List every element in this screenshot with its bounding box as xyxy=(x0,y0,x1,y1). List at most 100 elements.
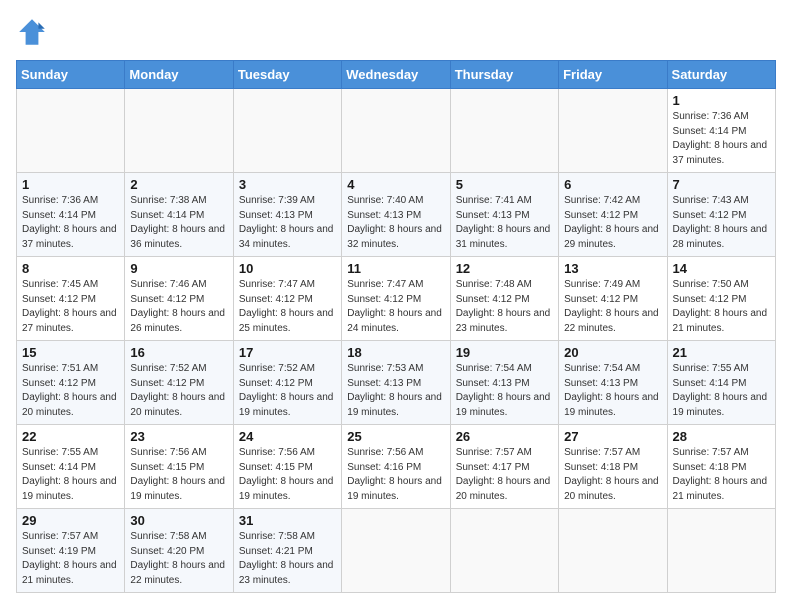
calendar-week-3: 15 Sunrise: 7:51 AMSunset: 4:12 PMDayligh… xyxy=(17,341,776,425)
calendar-cell: 22Sunrise: 7:55 AMSunset: 4:14 PMDayligh… xyxy=(17,425,125,509)
day-info: Sunrise: 7:47 AMSunset: 4:12 PMDaylight:… xyxy=(347,279,442,334)
day-number: 12 xyxy=(456,261,553,276)
calendar-cell: 8 Sunrise: 7:45 AMSunset: 4:12 PMDaylight… xyxy=(17,257,125,341)
calendar-cell: 10Sunrise: 7:47 AMSunset: 4:12 PMDayligh… xyxy=(233,257,341,341)
day-number: 3 xyxy=(239,177,336,192)
calendar-cell: 28 Sunrise: 7:57 AMSunset: 4:18 PMDayligh… xyxy=(667,425,775,509)
day-number: 23 xyxy=(130,429,227,444)
day-info: Sunrise: 7:55 AMSunset: 4:14 PMDaylight:… xyxy=(673,363,768,418)
calendar-cell: 29 Sunrise: 7:57 AMSunset: 4:19 PMDayligh… xyxy=(17,509,125,593)
day-info: Sunrise: 7:36 AMSunset: 4:14 PMDaylight:… xyxy=(673,111,768,166)
calendar-cell: 25Sunrise: 7:56 AMSunset: 4:16 PMDayligh… xyxy=(342,425,450,509)
day-info: Sunrise: 7:56 AMSunset: 4:15 PMDaylight:… xyxy=(239,447,334,502)
calendar-cell xyxy=(559,89,667,173)
day-number: 27 xyxy=(564,429,661,444)
day-info: Sunrise: 7:56 AMSunset: 4:16 PMDaylight:… xyxy=(347,447,442,502)
calendar-cell: 5 Sunrise: 7:41 AMSunset: 4:13 PMDaylight… xyxy=(450,173,558,257)
calendar-cell: 23Sunrise: 7:56 AMSunset: 4:15 PMDayligh… xyxy=(125,425,233,509)
day-info: Sunrise: 7:51 AMSunset: 4:12 PMDaylight:… xyxy=(22,363,117,418)
calendar-cell: 19 Sunrise: 7:54 AMSunset: 4:13 PMDayligh… xyxy=(450,341,558,425)
logo-icon xyxy=(16,16,48,48)
col-header-tuesday: Tuesday xyxy=(233,61,341,89)
calendar-week-2: 8 Sunrise: 7:45 AMSunset: 4:12 PMDaylight… xyxy=(17,257,776,341)
day-number: 21 xyxy=(673,345,770,360)
calendar-cell: 30 Sunrise: 7:58 AMSunset: 4:20 PMDayligh… xyxy=(125,509,233,593)
day-number: 22 xyxy=(22,429,119,444)
day-info: Sunrise: 7:43 AMSunset: 4:12 PMDaylight:… xyxy=(673,195,768,250)
calendar-header-row: SundayMondayTuesdayWednesdayThursdayFrid… xyxy=(17,61,776,89)
day-info: Sunrise: 7:57 AMSunset: 4:17 PMDaylight:… xyxy=(456,447,551,502)
day-number: 24 xyxy=(239,429,336,444)
day-number: 28 xyxy=(673,429,770,444)
day-info: Sunrise: 7:54 AMSunset: 4:13 PMDaylight:… xyxy=(564,363,659,418)
day-info: Sunrise: 7:39 AMSunset: 4:13 PMDaylight:… xyxy=(239,195,334,250)
calendar-week-1: 1 Sunrise: 7:36 AMSunset: 4:14 PMDaylight… xyxy=(17,173,776,257)
calendar-cell xyxy=(667,509,775,593)
calendar-cell: 1 Sunrise: 7:36 AMSunset: 4:14 PMDaylight… xyxy=(17,173,125,257)
day-number: 31 xyxy=(239,513,336,528)
day-info: Sunrise: 7:54 AMSunset: 4:13 PMDaylight:… xyxy=(456,363,551,418)
page-header xyxy=(16,16,776,48)
day-info: Sunrise: 7:45 AMSunset: 4:12 PMDaylight:… xyxy=(22,279,117,334)
calendar-cell: 12 Sunrise: 7:48 AMSunset: 4:12 PMDayligh… xyxy=(450,257,558,341)
calendar-cell: 9 Sunrise: 7:46 AMSunset: 4:12 PMDaylight… xyxy=(125,257,233,341)
day-number: 7 xyxy=(673,177,770,192)
day-info: Sunrise: 7:58 AMSunset: 4:20 PMDaylight:… xyxy=(130,531,225,586)
calendar-table: SundayMondayTuesdayWednesdayThursdayFrid… xyxy=(16,60,776,593)
col-header-saturday: Saturday xyxy=(667,61,775,89)
day-number: 16 xyxy=(130,345,227,360)
calendar-cell: 24 Sunrise: 7:56 AMSunset: 4:15 PMDayligh… xyxy=(233,425,341,509)
day-info: Sunrise: 7:50 AMSunset: 4:12 PMDaylight:… xyxy=(673,279,768,334)
day-info: Sunrise: 7:57 AMSunset: 4:19 PMDaylight:… xyxy=(22,531,117,586)
day-number: 30 xyxy=(130,513,227,528)
day-info: Sunrise: 7:46 AMSunset: 4:12 PMDaylight:… xyxy=(130,279,225,334)
day-number: 18 xyxy=(347,345,444,360)
day-info: Sunrise: 7:58 AMSunset: 4:21 PMDaylight:… xyxy=(239,531,334,586)
day-number: 5 xyxy=(456,177,553,192)
calendar-cell: 11Sunrise: 7:47 AMSunset: 4:12 PMDayligh… xyxy=(342,257,450,341)
day-info: Sunrise: 7:36 AMSunset: 4:14 PMDaylight:… xyxy=(22,195,117,250)
day-info: Sunrise: 7:40 AMSunset: 4:13 PMDaylight:… xyxy=(347,195,442,250)
calendar-week-5: 29 Sunrise: 7:57 AMSunset: 4:19 PMDayligh… xyxy=(17,509,776,593)
col-header-friday: Friday xyxy=(559,61,667,89)
day-number: 29 xyxy=(22,513,119,528)
calendar-cell: 18 Sunrise: 7:53 AMSunset: 4:13 PMDayligh… xyxy=(342,341,450,425)
calendar-cell: 7 Sunrise: 7:43 AMSunset: 4:12 PMDaylight… xyxy=(667,173,775,257)
day-number: 10 xyxy=(239,261,336,276)
day-info: Sunrise: 7:42 AMSunset: 4:12 PMDaylight:… xyxy=(564,195,659,250)
day-number: 15 xyxy=(22,345,119,360)
day-number: 19 xyxy=(456,345,553,360)
calendar-cell: 2 Sunrise: 7:38 AMSunset: 4:14 PMDaylight… xyxy=(125,173,233,257)
calendar-cell: 21 Sunrise: 7:55 AMSunset: 4:14 PMDayligh… xyxy=(667,341,775,425)
day-number: 14 xyxy=(673,261,770,276)
logo xyxy=(16,16,52,48)
day-info: Sunrise: 7:53 AMSunset: 4:13 PMDaylight:… xyxy=(347,363,442,418)
day-number: 8 xyxy=(22,261,119,276)
col-header-thursday: Thursday xyxy=(450,61,558,89)
calendar-cell xyxy=(342,89,450,173)
day-number: 1 xyxy=(22,177,119,192)
calendar-cell: 17 Sunrise: 7:52 AMSunset: 4:12 PMDayligh… xyxy=(233,341,341,425)
calendar-cell: 16Sunrise: 7:52 AMSunset: 4:12 PMDayligh… xyxy=(125,341,233,425)
calendar-cell: 4 Sunrise: 7:40 AMSunset: 4:13 PMDaylight… xyxy=(342,173,450,257)
calendar-cell: 13Sunrise: 7:49 AMSunset: 4:12 PMDayligh… xyxy=(559,257,667,341)
calendar-cell: 31 Sunrise: 7:58 AMSunset: 4:21 PMDayligh… xyxy=(233,509,341,593)
day-info: Sunrise: 7:57 AMSunset: 4:18 PMDaylight:… xyxy=(673,447,768,502)
calendar-cell xyxy=(125,89,233,173)
day-info: Sunrise: 7:38 AMSunset: 4:14 PMDaylight:… xyxy=(130,195,225,250)
day-info: Sunrise: 7:49 AMSunset: 4:12 PMDaylight:… xyxy=(564,279,659,334)
calendar-cell xyxy=(559,509,667,593)
calendar-cell: 1Sunrise: 7:36 AMSunset: 4:14 PMDaylight… xyxy=(667,89,775,173)
day-number: 4 xyxy=(347,177,444,192)
day-number: 6 xyxy=(564,177,661,192)
day-info: Sunrise: 7:48 AMSunset: 4:12 PMDaylight:… xyxy=(456,279,551,334)
day-number: 2 xyxy=(130,177,227,192)
calendar-cell: 26Sunrise: 7:57 AMSunset: 4:17 PMDayligh… xyxy=(450,425,558,509)
day-number: 9 xyxy=(130,261,227,276)
day-number: 17 xyxy=(239,345,336,360)
calendar-cell: 15 Sunrise: 7:51 AMSunset: 4:12 PMDayligh… xyxy=(17,341,125,425)
day-info: Sunrise: 7:52 AMSunset: 4:12 PMDaylight:… xyxy=(239,363,334,418)
calendar-cell xyxy=(342,509,450,593)
col-header-monday: Monday xyxy=(125,61,233,89)
day-info: Sunrise: 7:41 AMSunset: 4:13 PMDaylight:… xyxy=(456,195,551,250)
